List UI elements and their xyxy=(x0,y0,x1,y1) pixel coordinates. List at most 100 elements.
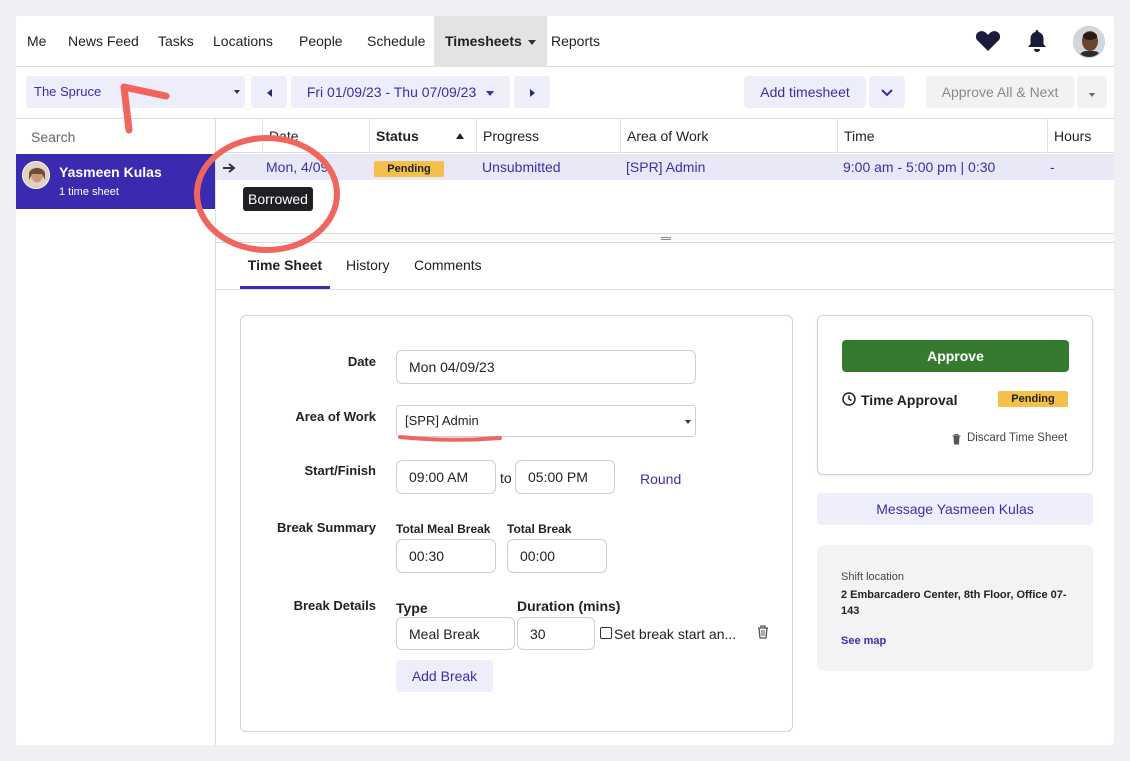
set-break-start-checkbox[interactable] xyxy=(600,627,612,639)
area-select[interactable]: [SPR] Admin xyxy=(396,405,696,437)
panel-splitter[interactable] xyxy=(216,233,1114,243)
nav-me[interactable]: Me xyxy=(27,16,46,67)
chevron-left-icon xyxy=(266,89,272,97)
header-status[interactable]: Status xyxy=(369,119,476,153)
time-approval-label: Time Approval xyxy=(861,392,958,408)
header-hours[interactable]: Hours xyxy=(1047,119,1114,153)
date-field[interactable]: Mon 04/09/23 xyxy=(396,350,696,384)
total-meal-break-label: Total Meal Break xyxy=(396,522,491,536)
nav-timesheets-label: Timesheets xyxy=(445,33,522,49)
heart-icon[interactable] xyxy=(975,30,1001,57)
discard-timesheet-link[interactable]: Discard Time Sheet xyxy=(967,432,1067,444)
prev-week-button[interactable] xyxy=(251,76,287,108)
date-range-select[interactable]: Fri 01/09/23 - Thu 07/09/23 xyxy=(291,76,510,108)
start-time-field[interactable]: 09:00 AM xyxy=(396,460,496,494)
header-time[interactable]: Time xyxy=(837,119,1047,153)
bell-icon[interactable] xyxy=(1027,29,1047,58)
tab-history[interactable]: History xyxy=(346,243,390,289)
top-nav: Me News Feed Tasks Locations People Sche… xyxy=(16,16,1114,67)
table-row[interactable]: Mon, 4/09 Pending Unsubmitted [SPR] Admi… xyxy=(216,154,1114,180)
break-duration-field[interactable]: 30 xyxy=(517,617,595,650)
approval-status-badge: Pending xyxy=(998,391,1068,407)
nav-locations[interactable]: Locations xyxy=(213,16,273,67)
borrowed-tooltip: Borrowed xyxy=(243,187,313,211)
employee-timesheet-count: 1 time sheet xyxy=(59,186,119,198)
employee-list-item[interactable]: Yasmeen Kulas 1 time sheet xyxy=(16,154,215,209)
add-timesheet-menu-button[interactable] xyxy=(869,76,905,108)
shift-location-label: Shift location xyxy=(841,571,904,583)
status-badge: Pending xyxy=(374,161,444,177)
trash-icon xyxy=(952,432,961,450)
approval-card: Approve Time Approval Pending Discard Ti… xyxy=(817,315,1093,475)
approve-all-next-button[interactable]: Approve All & Next xyxy=(926,76,1074,108)
break-details-label: Break Details xyxy=(293,598,376,613)
chevron-down-icon xyxy=(881,89,893,97)
date-range-value: Fri 01/09/23 - Thu 07/09/23 xyxy=(306,84,477,100)
search-input[interactable]: Search xyxy=(31,129,75,145)
chevron-right-icon xyxy=(529,89,535,97)
row-progress: Unsubmitted xyxy=(482,159,561,175)
see-map-link[interactable]: See map xyxy=(841,635,886,647)
table-header: Date Status Progress Area of Work Time H… xyxy=(216,119,1114,153)
area-label: Area of Work xyxy=(295,409,376,424)
employee-list-panel: Search Yasmeen Kulas 1 time sheet xyxy=(16,119,216,745)
timesheet-form: Date Mon 04/09/23 Area of Work [SPR] Adm… xyxy=(240,315,793,732)
chevron-down-icon xyxy=(1089,93,1095,97)
clock-icon xyxy=(842,392,856,411)
header-status-label: Status xyxy=(376,128,419,144)
total-break-field[interactable]: 00:00 xyxy=(507,539,607,573)
nav-schedule[interactable]: Schedule xyxy=(367,16,425,67)
add-break-button[interactable]: Add Break xyxy=(396,660,493,692)
round-link[interactable]: Round xyxy=(640,471,681,487)
date-label: Date xyxy=(347,354,376,369)
shift-location-address: 2 Embarcadero Center, 8th Floor, Office … xyxy=(841,589,1067,617)
header-area[interactable]: Area of Work xyxy=(620,119,837,153)
nav-news-feed[interactable]: News Feed xyxy=(68,16,139,67)
message-employee-button[interactable]: Message Yasmeen Kulas xyxy=(817,493,1093,525)
drag-handle-icon xyxy=(661,237,671,240)
set-break-start-label: Set break start an... xyxy=(614,626,737,642)
tab-time-sheet[interactable]: Time Sheet xyxy=(240,243,330,289)
employee-avatar xyxy=(22,161,50,189)
total-break-label: Total Break xyxy=(507,522,572,536)
row-status: Pending xyxy=(374,154,444,180)
avatar[interactable] xyxy=(1073,26,1105,58)
location-select[interactable]: The Spruce xyxy=(26,76,245,108)
chevron-down-icon xyxy=(527,39,536,45)
finish-time-field[interactable]: 05:00 PM xyxy=(515,460,615,494)
nav-timesheets[interactable]: Timesheets xyxy=(434,16,547,67)
location-select-value: The Spruce xyxy=(34,84,102,99)
nav-people[interactable]: People xyxy=(299,16,343,67)
nav-reports[interactable]: Reports xyxy=(551,16,600,67)
row-hours: - xyxy=(1050,159,1055,175)
toolbar: The Spruce Fri 01/09/23 - Thu 07/09/23 A… xyxy=(16,67,1114,119)
approve-button[interactable]: Approve xyxy=(842,340,1069,372)
shift-location-card: Shift location 2 Embarcadero Center, 8th… xyxy=(817,545,1093,671)
header-progress[interactable]: Progress xyxy=(476,119,620,153)
header-select-col xyxy=(216,119,262,153)
chevron-down-icon xyxy=(685,420,691,424)
nav-tasks[interactable]: Tasks xyxy=(158,16,194,67)
row-date: Mon, 4/09 xyxy=(266,159,329,175)
break-summary-label: Break Summary xyxy=(277,520,376,535)
start-finish-label: Start/Finish xyxy=(304,463,376,478)
sort-ascending-icon xyxy=(456,133,464,139)
app-window: Me News Feed Tasks Locations People Sche… xyxy=(16,16,1114,745)
employee-name: Yasmeen Kulas xyxy=(59,164,162,180)
break-duration-label: Duration (mins) xyxy=(517,598,621,614)
total-meal-break-field[interactable]: 00:30 xyxy=(396,539,496,573)
break-type-label: Type xyxy=(396,600,428,616)
add-timesheet-button[interactable]: Add timesheet xyxy=(744,76,866,108)
approve-all-menu-button[interactable] xyxy=(1077,76,1107,108)
chevron-down-icon xyxy=(234,90,240,94)
chevron-down-icon xyxy=(486,90,495,96)
break-type-field[interactable]: Meal Break xyxy=(396,617,515,650)
area-select-value: [SPR] Admin xyxy=(405,413,479,428)
header-date[interactable]: Date xyxy=(262,119,369,153)
arrow-right-icon xyxy=(223,154,237,180)
detail-tabs: Time Sheet History Comments xyxy=(216,243,1114,290)
next-week-button[interactable] xyxy=(514,76,550,108)
trash-icon[interactable] xyxy=(757,625,769,644)
tab-comments[interactable]: Comments xyxy=(414,243,482,289)
row-area: [SPR] Admin xyxy=(626,159,706,175)
